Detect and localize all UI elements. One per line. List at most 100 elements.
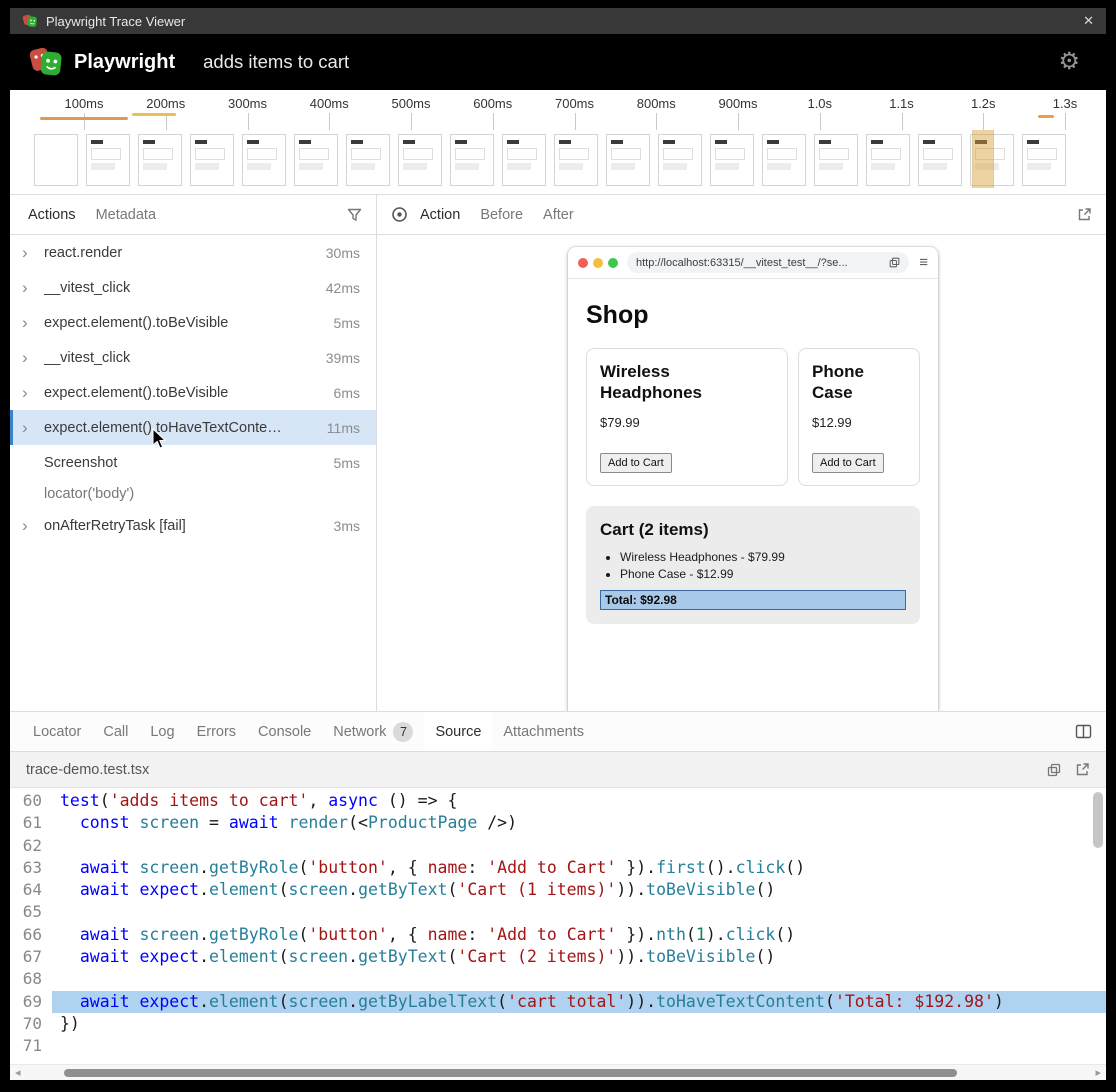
code-text: }) [52,1013,1106,1035]
filmstrip-thumbnail[interactable] [762,134,806,186]
timeline[interactable]: 100ms200ms300ms400ms500ms600ms700ms800ms… [10,90,1106,195]
filter-icon[interactable] [347,208,362,222]
filmstrip-thumbnail[interactable] [138,134,182,186]
filmstrip-thumbnail[interactable] [1022,134,1066,186]
pick-locator-target-icon[interactable] [391,206,408,223]
split-view-icon[interactable] [1075,724,1092,739]
copy-url-icon[interactable] [889,257,900,268]
action-row[interactable]: ›onAfterRetryTask [fail]3ms [10,508,376,543]
timeline-selected-range-marker[interactable] [972,130,994,188]
tab-console[interactable]: Console [247,712,322,751]
settings-gear-icon[interactable]: ⚙ [1058,50,1080,74]
filmstrip-thumbnail[interactable] [658,134,702,186]
filmstrip-thumbnail[interactable] [190,134,234,186]
thumbnail-sketch [91,148,121,160]
filmstrip-thumbnail[interactable] [450,134,494,186]
expand-chevron-icon[interactable]: › [22,384,44,401]
tab-locator[interactable]: Locator [22,712,92,751]
filmstrip-thumbnail[interactable] [918,134,962,186]
filmstrip-thumbnail[interactable] [34,134,78,186]
thumbnail-sketch [663,140,675,144]
action-row[interactable]: locator('body') [10,480,376,508]
mouse-cursor-icon [152,428,169,455]
thumbnail-sketch [611,148,641,160]
copy-source-icon[interactable] [1047,763,1061,777]
action-title: onAfterRetryTask [fail] [44,518,326,534]
code-token: getByRole [209,925,298,944]
code-token: 'Add to Cart' [487,925,616,944]
action-row[interactable]: ›__vitest_click42ms [10,270,376,305]
add-to-cart-button[interactable]: Add to Cart [812,453,884,473]
code-token: getByLabelText [358,992,497,1011]
code-token: () [755,947,775,966]
tab-call[interactable]: Call [92,712,139,751]
code-token: ( [279,880,289,899]
action-row[interactable]: ›expect.element().toHaveTextConte…11ms [10,410,376,445]
action-row[interactable]: ›__vitest_click39ms [10,340,376,375]
expand-chevron-icon[interactable]: › [22,349,44,366]
filmstrip-thumbnail[interactable] [866,134,910,186]
tab-attachments[interactable]: Attachments [492,712,595,751]
filmstrip-thumbnail[interactable] [606,134,650,186]
code-text [52,835,1106,857]
tab-log[interactable]: Log [139,712,185,751]
thumbnail-sketch [871,140,883,144]
expand-chevron-icon[interactable]: › [22,314,44,331]
network-count-badge: 7 [393,722,413,742]
thumbnail-sketch [819,148,849,160]
filmstrip-thumbnail[interactable] [398,134,442,186]
filmstrip-thumbnail[interactable] [294,134,338,186]
code-token: element [209,992,279,1011]
code-line: 61 const screen = await render(<ProductP… [10,812,1106,834]
open-external-icon[interactable] [1077,207,1092,222]
filmstrip-thumbnail[interactable] [86,134,130,186]
tab-errors[interactable]: Errors [186,712,247,751]
filmstrip-thumbnail[interactable] [814,134,858,186]
scroll-left-arrow[interactable]: ◂ [15,1066,21,1080]
horizontal-scrollbar[interactable]: ◂ ▸ [10,1064,1106,1080]
timeline-tick [575,113,576,130]
action-row[interactable]: ›expect.element().toBeVisible5ms [10,305,376,340]
filmstrip-thumbnail[interactable] [554,134,598,186]
horizontal-scrollbar-thumb[interactable] [64,1069,957,1077]
filmstrip-thumbnail[interactable] [710,134,754,186]
thumbnail-sketch [455,140,467,144]
product-price: $12.99 [812,415,906,430]
tab-network[interactable]: Network7 [322,712,424,751]
thumbnail-sketch [559,148,589,160]
tab-label: Source [435,724,481,740]
timeline-time-label: 1.3s [1053,96,1078,111]
tab-action[interactable]: Action [410,195,470,234]
tab-after[interactable]: After [533,195,584,234]
action-row[interactable]: ›react.render30ms [10,235,376,270]
app-name: Playwright [74,51,175,74]
tab-metadata[interactable]: Metadata [86,195,166,234]
tab-before[interactable]: Before [470,195,533,234]
tab-source[interactable]: Source [424,712,492,751]
filmstrip-thumbnail[interactable] [242,134,286,186]
expand-chevron-icon[interactable]: › [22,279,44,296]
tab-actions[interactable]: Actions [18,195,86,234]
expand-chevron-icon[interactable]: › [22,419,44,436]
expand-chevron-icon[interactable]: › [22,244,44,261]
action-duration: 11ms [327,420,360,436]
address-bar[interactable]: http://localhost:63315/__vitest_test__/?… [627,252,909,273]
code-token: )). [616,880,646,899]
scroll-right-arrow[interactable]: ▸ [1095,1066,1101,1080]
code-token: name [428,925,468,944]
add-to-cart-button[interactable]: Add to Cart [600,453,672,473]
close-icon[interactable]: ✕ [1083,13,1094,29]
vertical-scrollbar-thumb[interactable] [1093,792,1103,848]
action-row[interactable]: Screenshot5ms [10,445,376,480]
timeline-time-label: 600ms [473,96,512,111]
timeline-time-label: 900ms [718,96,757,111]
expand-chevron-icon[interactable]: › [22,517,44,534]
snapshot-tabbar: ActionBeforeAfter [377,195,1106,235]
thumbnail-sketch [871,163,895,170]
code-token [60,858,80,877]
browser-menu-icon[interactable]: ≡ [919,255,928,270]
filmstrip-thumbnail[interactable] [502,134,546,186]
action-row[interactable]: ›expect.element().toBeVisible6ms [10,375,376,410]
filmstrip-thumbnail[interactable] [346,134,390,186]
open-source-external-icon[interactable] [1075,762,1090,777]
